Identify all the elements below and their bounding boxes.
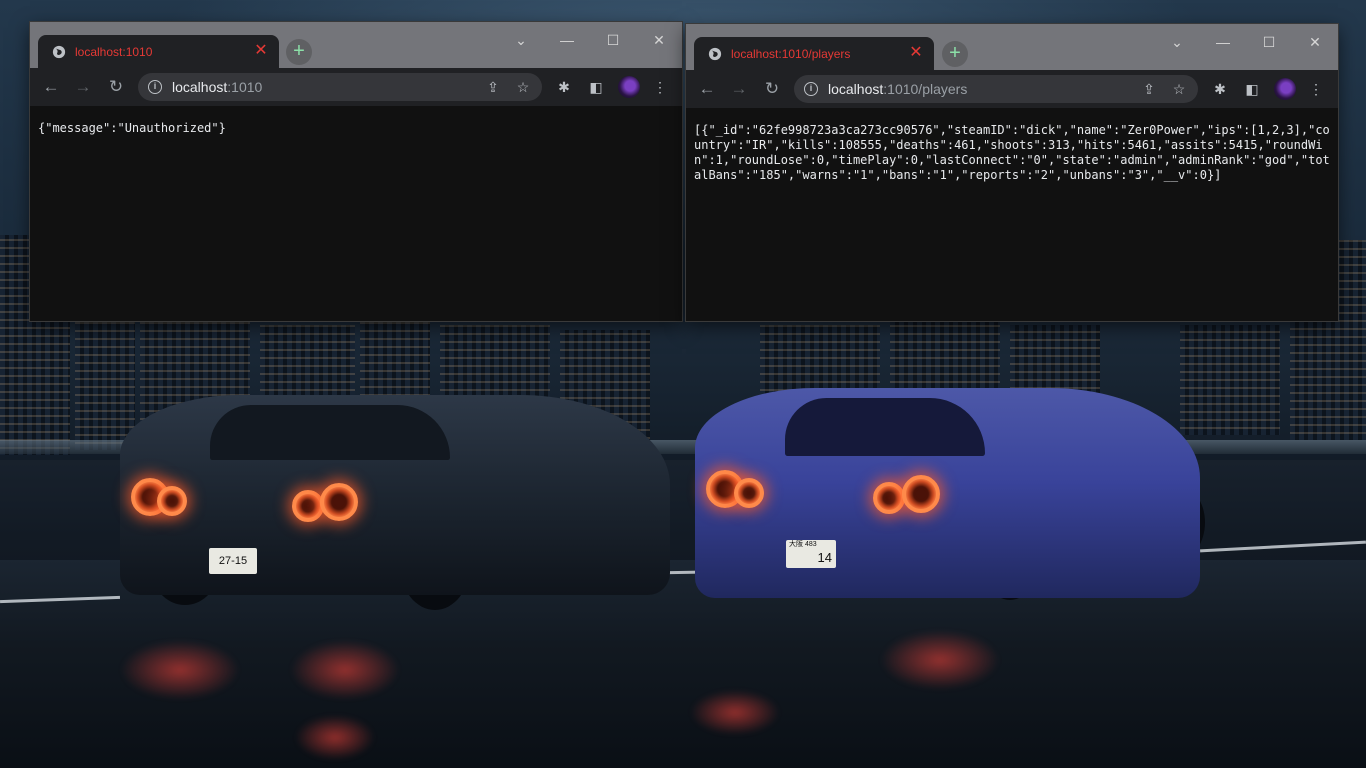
new-tab-button[interactable]: + — [942, 41, 968, 67]
arrow-right-icon[interactable]: → — [727, 77, 751, 101]
close-window-button[interactable]: ✕ — [644, 28, 674, 52]
new-tab-button[interactable]: + — [286, 39, 312, 65]
star-icon[interactable]: ☆ — [514, 78, 532, 96]
reload-icon[interactable]: ↻ — [760, 77, 784, 101]
globe-icon — [52, 45, 66, 58]
close-window-button[interactable]: ✕ — [1300, 30, 1330, 54]
address-bar[interactable]: i localhost:1010 ⇪ ☆ — [138, 73, 542, 101]
arrow-left-icon[interactable]: ← — [695, 77, 719, 101]
title-bar[interactable]: localhost:1010 ✕ + ⌄ — ☐ ✕ — [30, 22, 682, 68]
minimize-button[interactable]: — — [1208, 30, 1238, 54]
tab-search-icon[interactable]: ⌄ — [506, 28, 536, 52]
toolbar: ← → ↻ i localhost:1010 ⇪ ☆ ✱ ◧ ⋮ — [30, 68, 682, 106]
maximize-button[interactable]: ☐ — [598, 28, 628, 52]
tab-close-icon[interactable]: ✕ — [253, 43, 269, 59]
tab-title: localhost:1010 — [75, 44, 153, 59]
browser-window-right: localhost:1010/players ✕ + ⌄ — ☐ ✕ ← → ↻… — [686, 24, 1338, 321]
url-text[interactable]: localhost:1010/players — [828, 81, 967, 97]
tab-players[interactable]: localhost:1010/players ✕ — [694, 37, 934, 70]
info-icon[interactable]: i — [804, 82, 818, 96]
minimize-button[interactable]: — — [552, 28, 582, 52]
share-icon[interactable]: ⇪ — [484, 78, 502, 96]
tab-title: localhost:1010/players — [731, 46, 851, 61]
puzzle-icon[interactable]: ✱ — [554, 77, 574, 97]
info-icon[interactable]: i — [148, 80, 162, 94]
json-response: {"message":"Unauthorized"} — [38, 121, 226, 135]
license-plate: 大阪 483 14 — [786, 540, 836, 568]
globe-icon — [708, 47, 722, 60]
browser-window-left: localhost:1010 ✕ + ⌄ — ☐ ✕ ← → ↻ i local… — [30, 22, 682, 321]
tab-search-icon[interactable]: ⌄ — [1162, 30, 1192, 54]
title-bar[interactable]: localhost:1010/players ✕ + ⌄ — ☐ ✕ — [686, 24, 1338, 70]
json-response: [{"_id":"62fe998723a3ca273cc90576","stea… — [694, 123, 1330, 182]
maximize-button[interactable]: ☐ — [1254, 30, 1284, 54]
reload-icon[interactable]: ↻ — [104, 75, 128, 99]
share-icon[interactable]: ⇪ — [1140, 80, 1158, 98]
star-icon[interactable]: ☆ — [1170, 80, 1188, 98]
page-content: [{"_id":"62fe998723a3ca273cc90576","stea… — [686, 108, 1338, 321]
toolbar: ← → ↻ i localhost:1010/players ⇪ ☆ ✱ ◧ ⋮ — [686, 70, 1338, 108]
puzzle-icon[interactable]: ✱ — [1210, 79, 1230, 99]
side-panel-icon[interactable]: ◧ — [1242, 79, 1262, 99]
page-content: {"message":"Unauthorized"} — [30, 106, 682, 321]
license-plate: 27-15 — [209, 548, 257, 574]
address-bar[interactable]: i localhost:1010/players ⇪ ☆ — [794, 75, 1198, 103]
avatar[interactable] — [618, 76, 640, 98]
tab-localhost[interactable]: localhost:1010 ✕ — [38, 35, 279, 68]
arrow-right-icon[interactable]: → — [71, 75, 95, 99]
url-text[interactable]: localhost:1010 — [172, 79, 262, 95]
tab-close-icon[interactable]: ✕ — [908, 45, 924, 61]
avatar[interactable] — [1274, 78, 1296, 100]
arrow-left-icon[interactable]: ← — [39, 75, 63, 99]
kebab-menu-icon[interactable]: ⋮ — [1306, 79, 1326, 99]
side-panel-icon[interactable]: ◧ — [586, 77, 606, 97]
kebab-menu-icon[interactable]: ⋮ — [650, 77, 670, 97]
